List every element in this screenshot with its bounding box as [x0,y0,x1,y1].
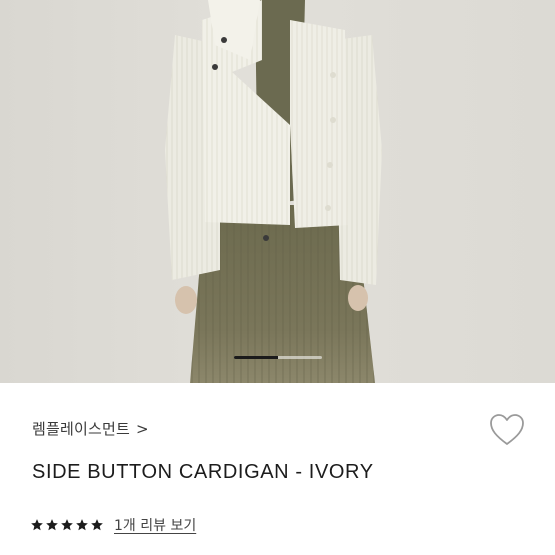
gallery-pager-progress [234,356,278,359]
star-icon [75,518,89,532]
product-image[interactable] [0,0,555,383]
chevron-right-icon: > [136,419,149,438]
product-photo-illustration [165,0,382,383]
product-title: SIDE BUTTON CARDIGAN - IVORY [32,461,374,483]
star-icon [60,518,74,532]
star-icon [45,518,59,532]
review-link[interactable]: 1개 리뷰 보기 [114,515,196,535]
brand-link[interactable]: 렘플레이스먼트 > [32,418,149,439]
brand-name: 렘플레이스먼트 [32,420,131,438]
star-icon [90,518,104,532]
heart-outline-icon[interactable] [488,412,526,448]
star-icon [30,518,44,532]
gallery-pager[interactable] [234,356,322,359]
star-rating [30,518,104,532]
rating-row: 1개 리뷰 보기 [30,515,196,535]
